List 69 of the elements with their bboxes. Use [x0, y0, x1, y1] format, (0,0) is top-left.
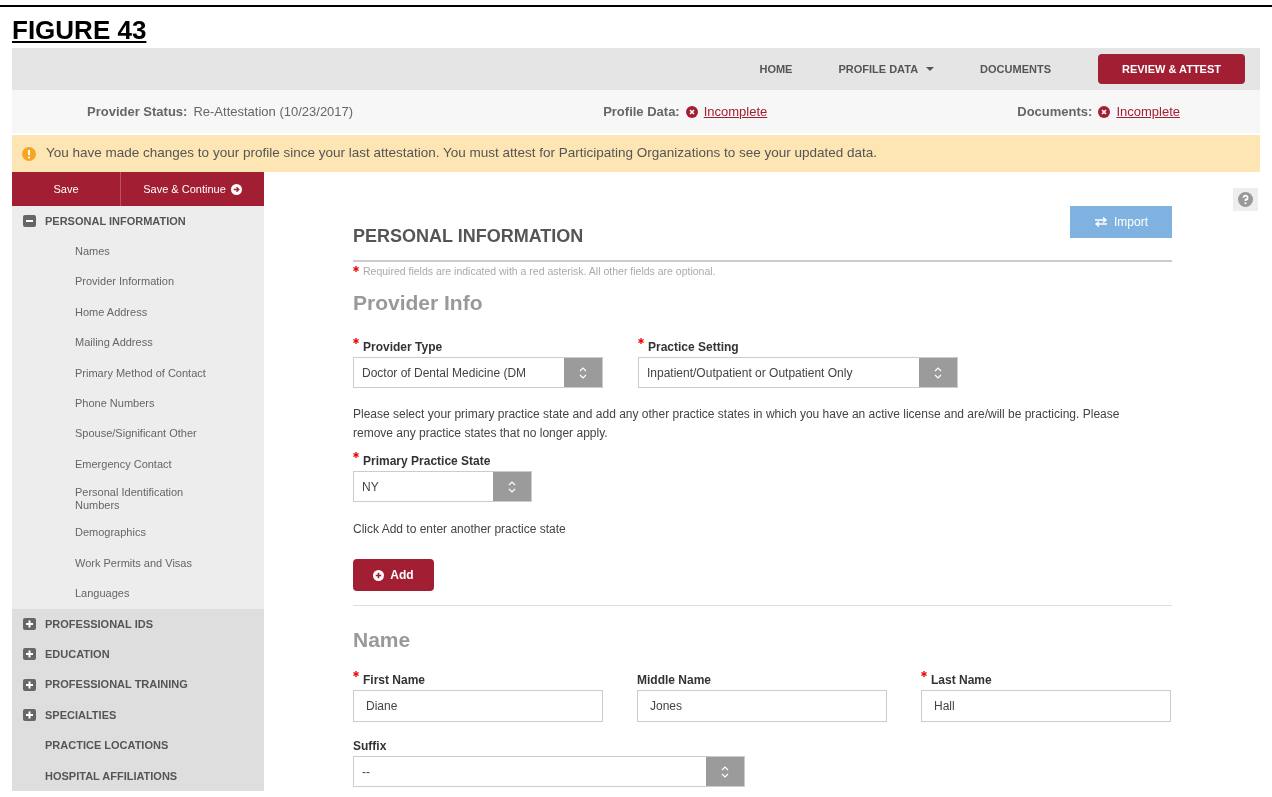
sidebar-item[interactable]: Spouse/Significant Other — [12, 418, 264, 450]
sidebar-item[interactable]: Names — [12, 236, 264, 267]
field-label: Middle Name — [637, 672, 711, 689]
sidebar-item[interactable]: Emergency Contact — [12, 449, 264, 480]
add-button[interactable]: Add — [353, 559, 434, 591]
sidebar-section[interactable]: HOSPITAL AFFILIATIONS — [12, 760, 264, 792]
required-note: Required fields are indicated with a red asterisk. All other fields are optional. — [363, 264, 716, 280]
section-heading: Name — [353, 627, 412, 653]
add-hint: Click Add to enter another practice state — [353, 521, 567, 538]
field-label: First Name — [363, 672, 426, 689]
up-down-chevron-icon — [934, 366, 942, 379]
help-button[interactable] — [1233, 188, 1258, 211]
input-field[interactable]: Hall — [921, 690, 1171, 722]
sidebar-section[interactable]: PROFESSIONAL IDS — [12, 608, 264, 640]
status-label: Documents: — [1017, 102, 1093, 121]
nav-link[interactable]: PROFILE DATA — [815, 60, 958, 78]
sidebar-item[interactable]: Provider Information — [12, 266, 264, 298]
select-stepper[interactable] — [493, 472, 531, 501]
nav-link[interactable]: DOCUMENTS — [957, 60, 1074, 78]
select-stepper[interactable] — [564, 358, 602, 387]
up-down-chevron-icon — [579, 366, 587, 379]
select-stepper[interactable] — [706, 757, 744, 786]
arrow-circle-icon — [230, 183, 242, 195]
select-field[interactable]: Doctor of Dental Medicine (DM — [353, 357, 603, 388]
sidebar-item[interactable]: Phone Numbers — [12, 388, 264, 419]
select-field[interactable]: -- — [353, 756, 745, 787]
sidebar-section[interactable]: PRACTICE LOCATIONS — [12, 730, 264, 761]
field-label: Primary Practice State — [363, 453, 491, 470]
swap-arrows-icon — [1094, 217, 1108, 227]
sidebar-section[interactable]: EDUCATION — [12, 639, 264, 670]
help-icon — [1238, 192, 1253, 207]
field-label: Last Name — [931, 672, 992, 689]
status-label: Provider Status: — [87, 102, 188, 121]
figure-caption: FIGURE 43 — [12, 15, 147, 45]
input-field[interactable]: Diane — [353, 690, 603, 722]
nav-link[interactable]: HOME — [736, 60, 816, 78]
sidebar-item[interactable]: Personal Identification Numbers — [12, 479, 264, 518]
status-label: Profile Data: — [603, 102, 680, 121]
field-label: Provider Type — [363, 339, 443, 356]
x-circle-icon — [1098, 105, 1111, 118]
sidebar-item[interactable]: Primary Method of Contact — [12, 357, 264, 389]
sidebar-section[interactable]: SPECIALTIES — [12, 699, 264, 731]
instructions-text: Please select your primary practice state and add any other practice states in which you have an active license and are/will be practicing. Please remove any practice states that no longer apply. — [353, 406, 1121, 442]
sidebar-section[interactable]: PROFESSIONAL TRAINING — [12, 669, 264, 700]
field-label: Practice Setting — [648, 339, 739, 356]
exclamation-circle-icon — [22, 146, 36, 161]
input-field[interactable]: Jones — [637, 690, 887, 722]
section-heading: Provider Info — [353, 290, 484, 316]
select-field[interactable]: Inpatient/Outpatient or Outpatient Only — [638, 357, 958, 388]
plus-circle-icon — [373, 569, 385, 581]
up-down-chevron-icon — [508, 480, 516, 493]
select-stepper[interactable] — [919, 358, 957, 387]
status-value: Re-Attestation (10/23/2017) — [193, 102, 354, 121]
sidebar-section[interactable]: PERSONAL INFORMATION — [12, 206, 264, 237]
up-down-chevron-icon — [721, 765, 729, 778]
nav-button[interactable]: REVIEW & ATTEST — [1098, 54, 1245, 84]
alert-message: You have made changes to your profile since your last attestation. You must attest for Participating Organizations to see your updated data. — [46, 144, 877, 163]
sidebar-item[interactable]: Demographics — [12, 517, 264, 548]
incomplete-link[interactable]: Incomplete — [703, 101, 768, 122]
select-field[interactable]: NY — [353, 471, 532, 502]
sidebar-item[interactable]: Languages — [12, 578, 264, 609]
section-title: PERSONAL INFORMATION — [353, 226, 584, 246]
sidebar-item[interactable]: Work Permits and Visas — [12, 547, 264, 579]
sidebar-item[interactable]: Home Address — [12, 297, 264, 328]
caret-icon — [926, 67, 935, 71]
x-circle-icon — [685, 105, 698, 118]
incomplete-link[interactable]: Incomplete — [1116, 101, 1180, 122]
sidebar-item[interactable]: Mailing Address — [12, 327, 264, 358]
field-label: Suffix — [353, 738, 387, 755]
